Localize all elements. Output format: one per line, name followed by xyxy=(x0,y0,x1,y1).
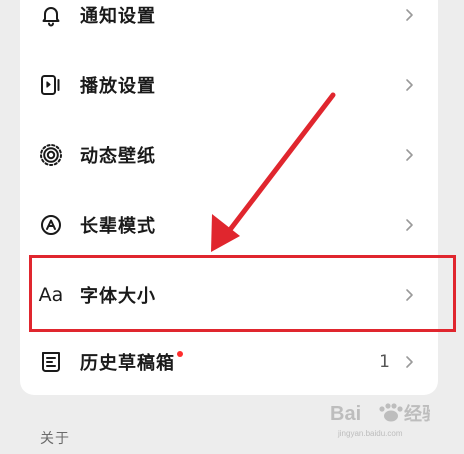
settings-item-label: 历史草稿箱 xyxy=(80,349,183,375)
settings-card: 通知设置 播放设置 动态壁纸 长辈模式 Aa 字体大小 历史草稿箱 1 xyxy=(20,0,438,395)
baidu-watermark: Bai 经验 jingyan.baidu.com xyxy=(330,398,430,440)
settings-item-label-text: 历史草稿箱 xyxy=(80,353,175,374)
svg-text:Bai: Bai xyxy=(330,403,361,425)
chevron-right-icon xyxy=(402,355,416,369)
baidu-paw-icon: Bai 经验 jingyan.baidu.com xyxy=(330,403,430,438)
svg-text:经验: 经验 xyxy=(404,403,430,424)
settings-item-elder-mode[interactable]: 长辈模式 xyxy=(20,190,438,260)
chevron-right-icon xyxy=(402,218,416,232)
settings-item-label: 通知设置 xyxy=(80,6,156,27)
chevron-right-icon xyxy=(402,148,416,162)
settings-item-playback[interactable]: 播放设置 xyxy=(20,50,438,120)
bell-icon xyxy=(38,2,64,28)
settings-item-live-wallpaper[interactable]: 动态壁纸 xyxy=(20,120,438,190)
settings-item-font-size[interactable]: Aa 字体大小 xyxy=(20,260,438,330)
about-section-label: 关于 xyxy=(40,431,70,447)
chevron-right-icon xyxy=(402,288,416,302)
chevron-right-icon xyxy=(402,78,416,92)
svg-text:jingyan.baidu.com: jingyan.baidu.com xyxy=(337,429,403,438)
notification-dot xyxy=(177,351,183,357)
elder-mode-icon xyxy=(38,212,64,238)
settings-item-label: 长辈模式 xyxy=(80,216,156,237)
settings-item-notification[interactable]: 通知设置 xyxy=(20,0,438,50)
drafts-count: 1 xyxy=(379,352,390,372)
font-size-icon-text: Aa xyxy=(38,284,64,306)
play-settings-icon xyxy=(38,72,64,98)
font-size-icon: Aa xyxy=(38,282,64,308)
settings-item-label: 字体大小 xyxy=(80,286,156,307)
chevron-right-icon xyxy=(402,8,416,22)
drafts-icon xyxy=(38,349,64,375)
wallpaper-icon xyxy=(38,142,64,168)
settings-item-label: 播放设置 xyxy=(80,76,156,97)
settings-item-label: 动态壁纸 xyxy=(80,146,156,167)
settings-item-history-drafts[interactable]: 历史草稿箱 1 xyxy=(20,327,438,397)
